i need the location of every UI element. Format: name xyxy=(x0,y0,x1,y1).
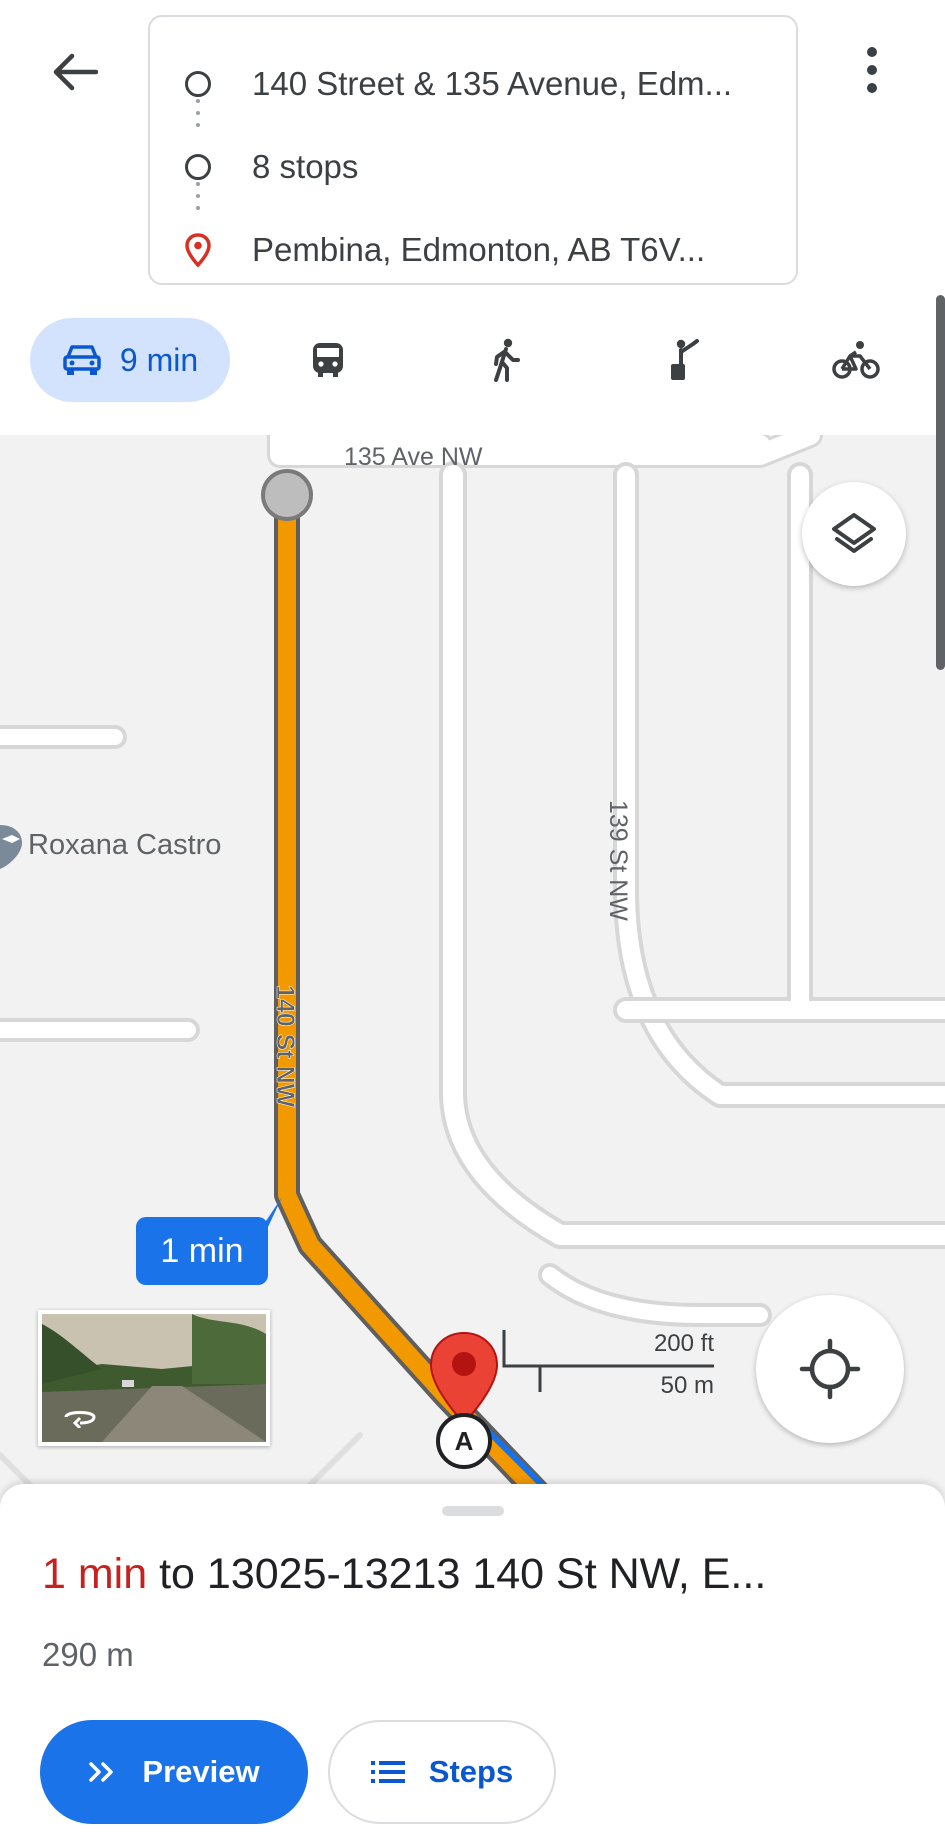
double-chevron-icon xyxy=(89,1762,114,1782)
route-time-label: 1 min xyxy=(160,1231,244,1270)
waypoint-marker-letter: A xyxy=(454,1425,474,1456)
arrow-back-icon xyxy=(53,53,98,91)
my-location-button[interactable] xyxy=(756,1295,904,1443)
preview-label: Preview xyxy=(142,1754,260,1789)
mode-drive-time: 9 min xyxy=(119,341,199,378)
poi-label: Roxana Castro xyxy=(28,828,222,861)
route-start-point xyxy=(261,469,313,521)
scrollbar-thumb[interactable] xyxy=(936,295,945,670)
walk-icon xyxy=(494,338,520,382)
preview-button[interactable]: Preview xyxy=(40,1720,308,1824)
destination-pin-icon xyxy=(184,233,212,267)
mode-transit-tab[interactable] xyxy=(290,318,366,402)
steps-label: Steps xyxy=(428,1754,514,1789)
bicycle-icon xyxy=(832,341,880,379)
map-scale: 200 ft 50 m xyxy=(500,1330,720,1400)
back-button[interactable] xyxy=(44,42,104,102)
destination-text: Pembina, Edmonton, AB T6V... xyxy=(252,231,706,268)
origin-text: 140 Street & 135 Avenue, Edm... xyxy=(252,65,733,102)
scale-metric: 50 m xyxy=(660,1372,714,1399)
route-summary: 1 min to 13025-13213 140 St NW, E... xyxy=(42,1550,766,1599)
mode-ride-tab[interactable] xyxy=(646,318,722,402)
street-view-thumbnail[interactable] xyxy=(38,1310,270,1446)
ride-hail-icon xyxy=(671,339,699,380)
transit-icon xyxy=(313,343,343,377)
route-distance: 290 m xyxy=(42,1636,134,1673)
stops-text: 8 stops xyxy=(252,148,359,185)
route-time-bubble[interactable]: 1 min xyxy=(136,1217,268,1285)
stops-row[interactable]: 8 stops xyxy=(150,137,796,197)
route-card: 140 Street & 135 Avenue, Edm... 8 stops … xyxy=(148,15,798,285)
route-connector-dots xyxy=(196,99,200,135)
street-label-140-st: 140 St NW xyxy=(271,985,300,1108)
street-label-135-ave: 135 Ave NW xyxy=(344,443,483,471)
mode-cycle-tab[interactable] xyxy=(818,318,894,402)
crosshair-icon xyxy=(799,1338,861,1400)
poi-roxana-castro[interactable]: Roxana Castro xyxy=(0,821,221,869)
route-duration: 1 min xyxy=(42,1550,148,1598)
sheet-drag-handle[interactable] xyxy=(442,1506,504,1516)
mode-drive-tab[interactable]: 9 min xyxy=(30,318,230,402)
destination-row[interactable]: Pembina, Edmonton, AB T6V... xyxy=(150,220,796,280)
steps-button[interactable]: Steps xyxy=(328,1720,556,1824)
more-vert-icon xyxy=(867,47,877,57)
school-pin-icon xyxy=(0,825,22,869)
origin-circle-icon xyxy=(184,70,212,98)
list-icon xyxy=(370,1761,405,1783)
street-label-139-st: 139 St NW xyxy=(604,800,632,921)
scale-imperial: 200 ft xyxy=(653,1330,714,1357)
stops-circle-icon xyxy=(184,153,212,181)
map-view[interactable]: 135 Ave NW 139 St NW 140 St NW Roxana Ca… xyxy=(0,435,945,1495)
travel-mode-bar: 9 min xyxy=(0,318,945,408)
directions-header: 140 Street & 135 Avenue, Edm... 8 stops … xyxy=(0,0,945,435)
waypoint-marker-a[interactable]: A xyxy=(436,1413,492,1469)
more-options-button[interactable] xyxy=(852,40,892,100)
mode-walk-tab[interactable] xyxy=(468,318,544,402)
map-layers-button[interactable] xyxy=(802,482,906,586)
directions-bottom-sheet[interactable]: 1 min to 13025-13213 140 St NW, E... 290… xyxy=(0,1484,945,1846)
bubble-pointer xyxy=(262,1197,282,1227)
layers-icon xyxy=(832,513,876,553)
car-icon xyxy=(63,345,101,375)
origin-row[interactable]: 140 Street & 135 Avenue, Edm... xyxy=(150,54,796,114)
route-connector-dots xyxy=(196,182,200,218)
route-destination-text: to 13025-13213 140 St NW, E... xyxy=(159,1550,767,1598)
360-rotate-icon xyxy=(64,1411,96,1428)
